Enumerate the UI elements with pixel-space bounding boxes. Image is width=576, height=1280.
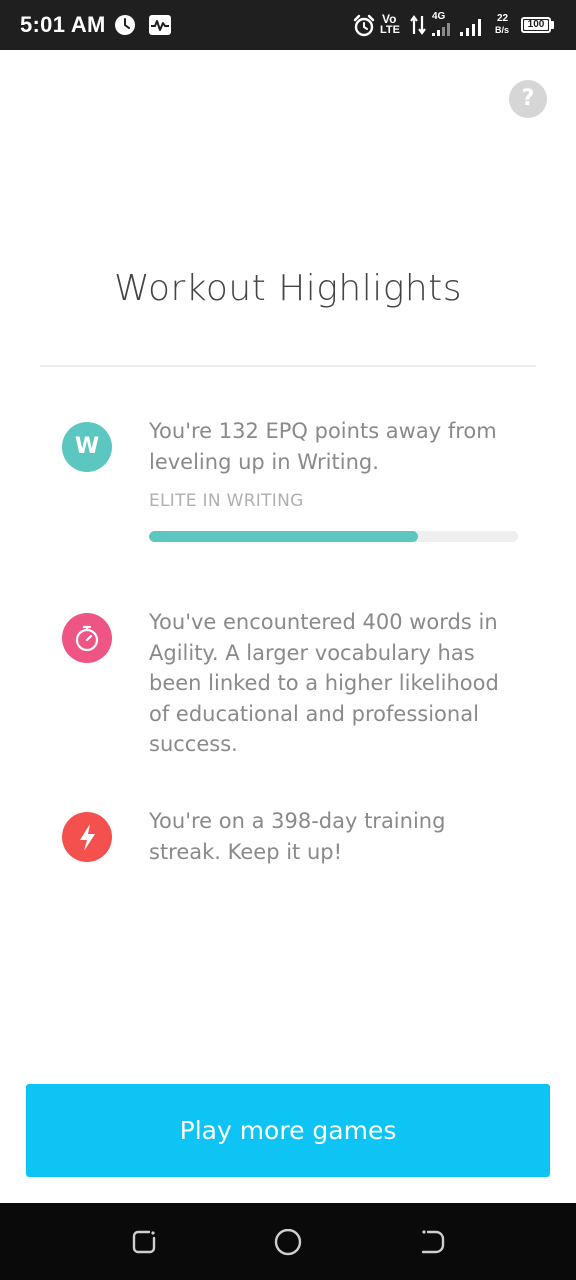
writing-w-icon: W — [62, 422, 112, 472]
home-icon[interactable] — [274, 1229, 302, 1257]
data-arrows-icon — [410, 15, 426, 35]
page-title: Workout Highlights — [113, 268, 463, 309]
activity-icon — [149, 15, 171, 35]
battery-cap — [551, 21, 554, 29]
speed-unit-text: B/s — [495, 25, 510, 35]
agility-highlight-text: You've encountered 400 words in Agility.… — [149, 610, 499, 756]
network-type-text: 4G — [432, 11, 446, 22]
help-button[interactable]: ? — [509, 80, 547, 118]
recent-apps-icon[interactable] — [131, 1229, 157, 1255]
level-label: ELITE IN WRITING — [149, 491, 304, 511]
streak-highlight-text: You're on a 398-day training streak. Kee… — [149, 809, 446, 864]
speed-value-text: 22 — [497, 13, 509, 24]
signal-icon — [432, 23, 450, 36]
writing-highlight-text: You're 132 EPQ points away from leveling… — [149, 419, 497, 474]
volte-icon: Vo LTE — [380, 13, 404, 39]
status-time: 5:01 AM — [20, 12, 106, 37]
writing-progress-bar — [149, 531, 518, 542]
battery-text: 100 — [527, 19, 545, 30]
clock-icon — [115, 15, 135, 35]
writing-icon-letter: W — [74, 434, 100, 459]
stopwatch-icon — [62, 613, 112, 663]
volte-bottom-text: LTE — [380, 24, 400, 36]
title-divider — [40, 365, 536, 367]
writing-progress-fill — [149, 531, 419, 542]
navigation-bar — [0, 1203, 576, 1280]
battery-icon: 100 — [521, 17, 551, 33]
alarm-icon — [353, 14, 375, 37]
signal-icon-2 — [460, 19, 481, 36]
lightning-icon — [62, 812, 112, 862]
status-bar: 5:01 AM Vo LTE 4G 22 B/s 100 — [0, 0, 576, 50]
back-icon[interactable] — [420, 1229, 446, 1255]
play-more-games-button[interactable]: Play more games — [26, 1084, 550, 1177]
